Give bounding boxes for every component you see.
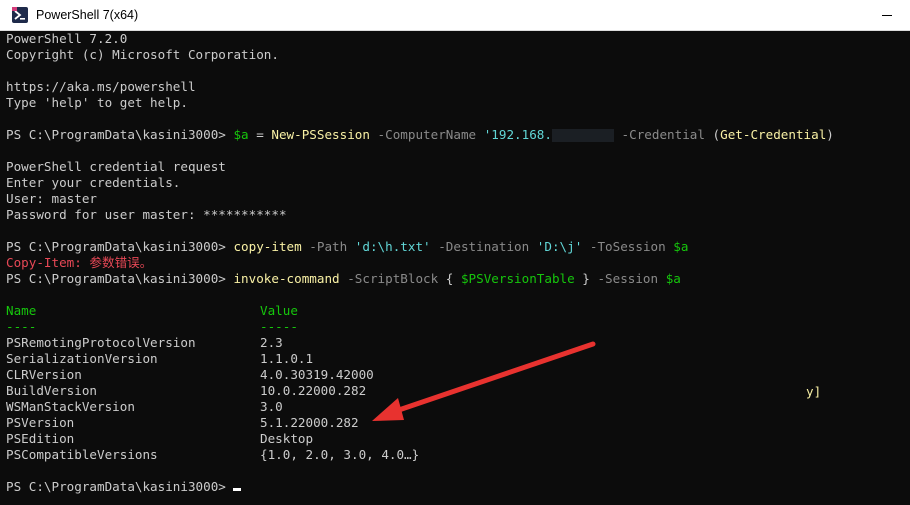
- credential-password: Password for user master: ***********: [6, 207, 287, 222]
- credential-enter: Enter your credentials.: [6, 175, 181, 190]
- underline-value: -----: [260, 319, 298, 334]
- variable: $a: [673, 239, 689, 254]
- row-value: {1.0, 2.0, 3.0, 4.0…}: [260, 447, 420, 462]
- minimize-icon: [882, 15, 892, 16]
- row-key: BuildVersion: [6, 383, 97, 398]
- table-header-name: Name: [6, 303, 37, 318]
- parameter: -ComputerName: [369, 127, 484, 142]
- row-key: WSManStackVersion: [6, 399, 135, 414]
- prompt: PS C:\ProgramData\kasini3000>: [6, 239, 234, 254]
- row-key: CLRVersion: [6, 367, 82, 382]
- banner-help: Type 'help' to get help.: [6, 95, 188, 110]
- variable: $a: [665, 271, 681, 286]
- command-name: copy-item: [233, 239, 302, 254]
- prompt: PS C:\ProgramData\kasini3000>: [6, 271, 234, 286]
- row-value: 10.0.22000.282: [260, 383, 367, 398]
- window-title: PowerShell 7(x64): [36, 8, 139, 22]
- operator: =: [248, 127, 272, 142]
- title-bar[interactable]: PowerShell 7(x64): [0, 0, 910, 31]
- powershell-icon: [12, 7, 28, 23]
- table-row: PSVersion 5.1.22000.282: [6, 415, 359, 431]
- row-value: 2.3: [260, 335, 283, 350]
- command-line-copy-item: PS C:\ProgramData\kasini3000> copy-item …: [6, 239, 688, 255]
- row-value: 4.0.30319.42000: [260, 367, 374, 382]
- command-line-invoke-command: PS C:\ProgramData\kasini3000> invoke-com…: [6, 271, 681, 287]
- table-row: PSRemotingProtocolVersion 2.3: [6, 335, 283, 351]
- command-line-new-pssession: PS C:\ProgramData\kasini3000> $a = New-P…: [6, 127, 834, 143]
- credential-title: PowerShell credential request: [6, 159, 226, 174]
- row-key: PSVersion: [6, 415, 75, 430]
- row-value: 1.1.0.1: [260, 351, 314, 366]
- variable: $a: [233, 127, 249, 142]
- string-argument: 'd:\h.txt': [354, 239, 431, 254]
- command-name: invoke-command: [233, 271, 340, 286]
- table-row: SerializationVersion 1.1.0.1: [6, 351, 313, 367]
- parameter: -Path: [301, 239, 355, 254]
- command-name: Get-Credential: [720, 127, 827, 142]
- table-header-row: Name Value: [6, 303, 298, 319]
- underline-name: ----: [6, 319, 37, 334]
- string-argument: '192.168.: [483, 127, 552, 142]
- table-header-value: Value: [260, 303, 298, 318]
- credential-user: User: master: [6, 191, 97, 206]
- table-header-underline: ---- -----: [6, 319, 298, 335]
- variable: $PSVersionTable: [460, 271, 575, 286]
- brace: {: [445, 271, 461, 286]
- parameter: -Session: [589, 271, 666, 286]
- parameter: -ToSession: [582, 239, 674, 254]
- stray-text: y]: [806, 384, 822, 399]
- text-cursor: [233, 488, 242, 491]
- row-key: PSRemotingProtocolVersion: [6, 335, 196, 350]
- row-key: PSEdition: [6, 431, 75, 446]
- row-key: PSCompatibleVersions: [6, 447, 158, 462]
- parameter: -Credential: [613, 127, 713, 142]
- table-row: PSEdition Desktop: [6, 431, 313, 447]
- table-row: BuildVersion 10.0.22000.282: [6, 383, 366, 399]
- row-value: Desktop: [260, 431, 314, 446]
- prompt: PS C:\ProgramData\kasini3000>: [6, 479, 234, 494]
- command-name: New-PSSession: [271, 127, 370, 142]
- paren: (: [712, 127, 721, 142]
- minimize-button[interactable]: [864, 0, 910, 30]
- table-row: WSManStackVersion 3.0: [6, 399, 283, 415]
- command-line-prompt[interactable]: PS C:\ProgramData\kasini3000>: [6, 479, 242, 495]
- banner-version: PowerShell 7.2.0: [6, 31, 128, 46]
- row-key: SerializationVersion: [6, 351, 158, 366]
- row-value: 3.0: [260, 399, 283, 414]
- powershell-window: PowerShell 7(x64) PowerShell 7.2.0 Copyr…: [0, 0, 910, 505]
- banner-copyright: Copyright (c) Microsoft Corporation.: [6, 47, 279, 62]
- terminal-output[interactable]: PowerShell 7.2.0 Copyright (c) Microsoft…: [0, 31, 910, 505]
- redacted-ip: [551, 129, 614, 142]
- table-row: CLRVersion 4.0.30319.42000: [6, 367, 374, 383]
- brace: }: [574, 271, 590, 286]
- banner-url: https://aka.ms/powershell: [6, 79, 196, 94]
- parameter: -Destination: [430, 239, 537, 254]
- row-value: 5.1.22000.282: [260, 415, 359, 430]
- parameter: -ScriptBlock: [339, 271, 446, 286]
- table-row: PSCompatibleVersions {1.0, 2.0, 3.0, 4.0……: [6, 447, 419, 463]
- prompt: PS C:\ProgramData\kasini3000>: [6, 127, 234, 142]
- error-message: Copy-Item: 参数错误。: [6, 255, 153, 270]
- paren: ): [826, 127, 834, 142]
- string-argument: 'D:\j': [536, 239, 583, 254]
